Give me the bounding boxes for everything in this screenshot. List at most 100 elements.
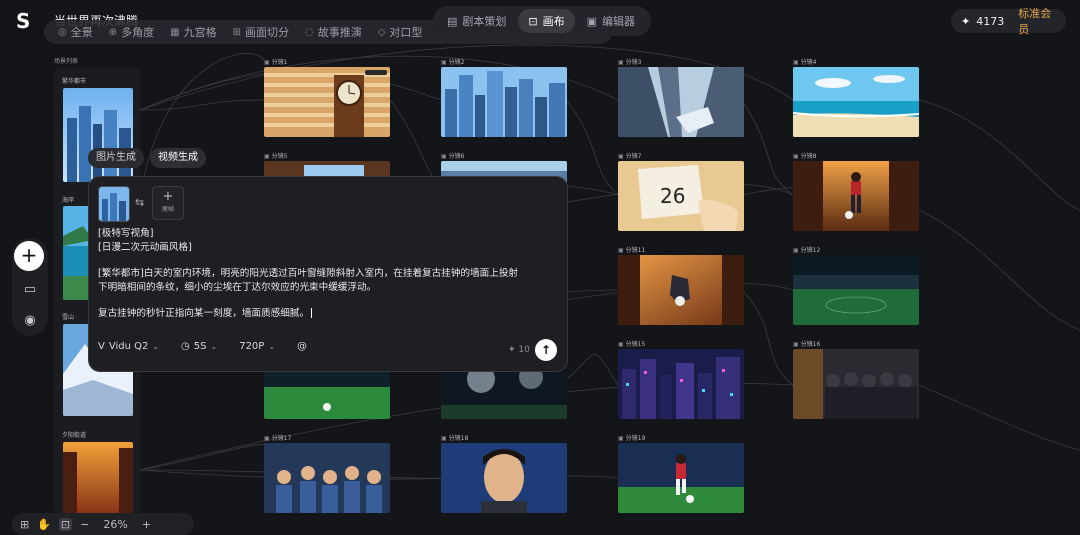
main-tabs: ▤ 剧本策划 ⊡ 画布 ▣ 编辑器 [433, 6, 651, 36]
shot-label: ▣ 分镜17 [264, 433, 291, 442]
shot-label-text: 分镜18 [448, 435, 469, 442]
model-value: Vidu Q2 [108, 341, 149, 352]
shot-label-text: 分镜6 [448, 153, 465, 160]
folder-icon[interactable]: ▭ [22, 282, 38, 298]
view-panorama-button[interactable]: ◎ 全景 [50, 24, 101, 40]
panorama-icon: ◎ [58, 26, 67, 38]
mention-button[interactable]: @ [297, 341, 307, 352]
sparkle-icon: ✦ [961, 14, 971, 28]
shot-label-text: 分镜1 [271, 59, 288, 66]
prompt-line: [极特写视角] [98, 228, 154, 239]
tab-script[interactable]: ▤ 剧本策划 [437, 9, 516, 33]
shot-thumb[interactable] [441, 67, 567, 137]
shot-label: ▣ 分镜3 [618, 57, 642, 66]
user-icon[interactable]: ◉ [22, 313, 38, 329]
tab-canvas-label: 画布 [542, 15, 565, 28]
zoom-out-button[interactable]: − [80, 518, 89, 531]
view-story-button[interactable]: ◌ 故事推演 [297, 24, 370, 40]
shot-thumb[interactable] [618, 255, 744, 325]
shot-thumb[interactable] [264, 443, 390, 513]
generation-cost: ✦ 10 [508, 345, 530, 355]
resolution-value: 720P [239, 341, 265, 352]
grid-icon: ▦ [170, 26, 180, 38]
shot-thumb[interactable] [793, 67, 919, 137]
image-icon: ▣ [618, 247, 624, 254]
image-icon: ▣ [618, 153, 624, 160]
shot-label: ▣ 分镜19 [618, 433, 645, 442]
scene-thumb-sunset[interactable] [63, 442, 133, 513]
shot-thumb[interactable] [441, 443, 567, 513]
shot-thumb[interactable] [618, 443, 744, 513]
mention-symbol: @ [297, 341, 308, 352]
shot-label-text: 分镜19 [625, 435, 646, 442]
sparkle-icon: ✦ [508, 345, 516, 355]
generator-tabs: 图片生成 视频生成 [88, 148, 206, 168]
scene-item-label: 繁华都市 [62, 78, 87, 85]
layout-icon[interactable]: ⊞ [20, 518, 29, 531]
tab-editor[interactable]: ▣ 编辑器 [577, 9, 645, 33]
scene-item-label: 雪山 [62, 314, 75, 321]
swap-icon[interactable]: ⇆ [135, 196, 144, 209]
view-story-label: 故事推演 [317, 26, 362, 39]
account-credits[interactable]: ✦ 4173 标准会员 [951, 7, 1066, 36]
tab-video-generation[interactable]: 视频生成 [150, 148, 206, 168]
view-multi-angle-button[interactable]: ⊕ 多角度 [101, 24, 162, 40]
credits-count: 4173 [976, 14, 1005, 28]
image-icon: ▣ [441, 59, 447, 66]
app-logo[interactable]: S [16, 10, 36, 32]
resolution-select[interactable]: 720P ⌄ [239, 341, 275, 352]
plus-icon: + [162, 189, 174, 204]
zoom-level[interactable]: 26% [103, 518, 127, 531]
prompt-input[interactable]: [极特写视角] [日漫二次元动画风格] [繁华都市]白天的室内环境，明亮的阳光透… [98, 227, 558, 321]
view-lipsync-button[interactable]: ◇ 对口型 [370, 24, 431, 40]
shot-label-text: 分镜17 [271, 435, 292, 442]
image-icon: ▣ [793, 247, 799, 254]
shot-thumb[interactable]: 26 [618, 161, 744, 231]
editor-icon: ▣ [586, 14, 598, 28]
add-node-button[interactable]: + [14, 241, 44, 271]
submit-button[interactable]: ↑ [535, 339, 557, 361]
shot-label-text: 分镜15 [625, 341, 646, 348]
video-generator-panel: ⇆ + 尾帧 [极特写视角] [日漫二次元动画风格] [繁华都市]白天的室内环境… [88, 176, 568, 372]
hand-icon[interactable]: ✋ [37, 518, 51, 531]
shot-thumb[interactable] [618, 349, 744, 419]
shot-thumb[interactable] [793, 255, 919, 325]
image-icon: ▣ [618, 341, 624, 348]
prompt-line: 下明暗相间的条纹，细小的尘埃在丁达尔效应的光束中缓缓浮动。 [98, 282, 377, 293]
zoom-in-button[interactable]: + [142, 518, 151, 531]
prompt-line: 复古挂钟的秒针正指向某一刻度，墙面质感细腻。 [98, 308, 310, 319]
shot-label-text: 分镜7 [625, 153, 642, 160]
view-panorama-label: 全景 [70, 26, 93, 39]
duration-select[interactable]: ◷ 5S ⌄ [181, 341, 217, 352]
generator-options: V Vidu Q2 ⌄ ◷ 5S ⌄ 720P ⌄ @ [98, 341, 307, 352]
shot-thumb[interactable] [793, 349, 919, 419]
tab-image-generation[interactable]: 图片生成 [88, 148, 144, 168]
view-grid-label: 九宫格 [183, 26, 217, 39]
tab-canvas[interactable]: ⊡ 画布 [518, 9, 575, 33]
membership-badge[interactable]: 标准会员 [1018, 5, 1056, 37]
view-cut-label: 画面切分 [244, 26, 289, 39]
story-icon: ◌ [304, 26, 314, 38]
shot-label-text: 分镜5 [271, 153, 288, 160]
select-icon[interactable]: ⊡ [58, 517, 73, 531]
tab-editor-label: 编辑器 [602, 15, 636, 28]
view-grid-button[interactable]: ▦ 九宫格 [162, 24, 224, 40]
image-icon: ▣ [264, 153, 270, 160]
first-frame-thumbnail[interactable] [98, 186, 130, 222]
shot-label: ▣ 分镜18 [441, 433, 468, 442]
image-icon: ▣ [793, 59, 799, 66]
shot-thumb[interactable] [264, 67, 390, 137]
tail-frame-button[interactable]: + 尾帧 [152, 186, 184, 220]
shot-thumb[interactable] [793, 161, 919, 231]
image-icon: ▣ [618, 435, 624, 442]
model-select[interactable]: V Vidu Q2 ⌄ [98, 341, 159, 352]
view-cut-button[interactable]: ⊞ 画面切分 [225, 24, 297, 40]
shot-label: ▣ 分镜11 [618, 245, 645, 254]
scene-item-label: 海岸 [62, 197, 75, 204]
prompt-line: [繁华都市]白天的室内环境，明亮的阳光透过百叶窗缝隙斜射入室内，在挂着复古挂钟的… [98, 268, 519, 279]
cut-icon: ⊞ [232, 26, 241, 38]
image-icon: ▣ [264, 59, 270, 66]
shot-thumb[interactable] [618, 67, 744, 137]
shot-label: ▣ 分镜6 [441, 151, 465, 160]
view-multi-angle-label: 多角度 [121, 26, 155, 39]
